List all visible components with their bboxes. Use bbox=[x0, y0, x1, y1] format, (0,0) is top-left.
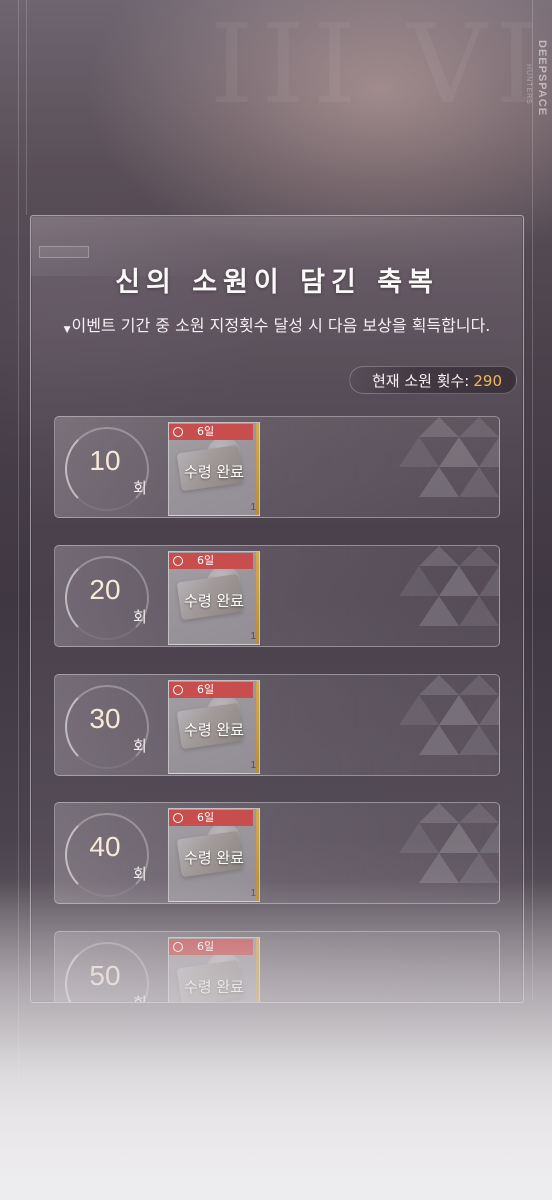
item-quantity: 1 bbox=[250, 631, 256, 642]
triangle-pattern-decoration bbox=[399, 546, 499, 626]
claimed-status: 수령 완료 bbox=[184, 849, 244, 867]
triangle-pattern-decoration bbox=[399, 417, 499, 497]
milestone-count: 30 bbox=[89, 703, 121, 734]
duration-label: 6일 bbox=[197, 683, 215, 696]
duration-label: 6일 bbox=[197, 940, 215, 953]
clock-icon bbox=[173, 813, 183, 823]
claimed-status: 수령 완료 bbox=[184, 592, 244, 610]
brand-logo: DEEPSPACE bbox=[536, 40, 548, 117]
current-wish-count-value: 290 bbox=[473, 372, 502, 390]
reward-item-card[interactable]: 6일 수령 완료 1 bbox=[168, 680, 260, 774]
milestone-unit: 회 bbox=[133, 737, 147, 755]
milestone-count: 20 bbox=[89, 574, 121, 605]
clock-icon bbox=[173, 556, 183, 566]
claimed-status: 수령 완료 bbox=[184, 978, 244, 996]
milestone-count: 10 bbox=[89, 445, 121, 476]
bg-line bbox=[532, 0, 533, 1000]
claimed-status: 수령 완료 bbox=[184, 463, 244, 481]
milestone-count: 50 bbox=[89, 960, 121, 991]
milestone-unit: 회 bbox=[133, 608, 147, 626]
duration-label: 6일 bbox=[197, 425, 215, 438]
clock-icon bbox=[173, 942, 183, 952]
background-watermark: III VI bbox=[210, 0, 547, 128]
duration-tag: 6일 bbox=[169, 553, 253, 569]
description-marker: ▼ bbox=[63, 325, 71, 335]
milestone-unit: 회 bbox=[133, 865, 147, 883]
event-panel: 신의 소원이 담긴 축복 ▼이벤트 기간 중 소원 지정횟수 달성 시 다음 보… bbox=[30, 215, 524, 1003]
duration-tag: 6일 bbox=[169, 810, 253, 826]
event-title: 신의 소원이 담긴 축복 bbox=[115, 267, 439, 298]
item-quantity: 1 bbox=[250, 760, 256, 771]
reward-item-card[interactable]: 6일 수령 완료 1 bbox=[168, 551, 260, 645]
bg-line bbox=[18, 0, 19, 1200]
event-description: ▼이벤트 기간 중 소원 지정횟수 달성 시 다음 보상을 획득합니다. bbox=[49, 312, 505, 340]
duration-tag: 6일 bbox=[169, 682, 253, 698]
duration-tag: 6일 bbox=[169, 424, 253, 440]
brand-logo-sub: HUNTERS bbox=[525, 64, 532, 105]
description-text: 이벤트 기간 중 소원 지정횟수 달성 시 다음 보상을 획득합니다. bbox=[71, 316, 491, 335]
reward-row: 20 회 6일 수령 완료 1 bbox=[54, 545, 500, 647]
item-quantity: 1 bbox=[250, 502, 256, 513]
clock-icon bbox=[173, 685, 183, 695]
duration-tag: 6일 bbox=[169, 939, 253, 955]
reward-row: 30 회 6일 수령 완료 1 bbox=[54, 674, 500, 776]
duration-label: 6일 bbox=[197, 811, 215, 824]
milestone-unit: 회 bbox=[133, 994, 147, 1003]
triangle-pattern-decoration bbox=[399, 803, 499, 883]
bg-line bbox=[26, 0, 27, 215]
current-wish-count: 현재 소원 횟수: 290 bbox=[349, 366, 517, 394]
duration-label: 6일 bbox=[197, 554, 215, 567]
triangle-pattern-decoration bbox=[399, 675, 499, 755]
reward-row: 40 회 6일 수령 완료 1 bbox=[54, 802, 500, 904]
clock-icon bbox=[173, 427, 183, 437]
milestone-count: 40 bbox=[89, 831, 121, 862]
reward-row: 10 회 6일 수령 완료 1 bbox=[54, 416, 500, 518]
reward-item-card[interactable]: 6일 수령 완료 1 bbox=[168, 422, 260, 516]
claimed-status: 수령 완료 bbox=[184, 721, 244, 739]
reward-item-card[interactable]: 6일 수령 완료 1 bbox=[168, 937, 260, 1002]
item-quantity: 1 bbox=[250, 888, 256, 899]
reward-row: 50 회 6일 수령 완료 1 bbox=[54, 931, 500, 1003]
reward-item-card[interactable]: 6일 수령 완료 1 bbox=[168, 808, 260, 902]
milestone-unit: 회 bbox=[133, 479, 147, 497]
panel-tag-decoration bbox=[39, 246, 89, 258]
current-wish-count-label: 현재 소원 횟수: bbox=[371, 372, 470, 390]
